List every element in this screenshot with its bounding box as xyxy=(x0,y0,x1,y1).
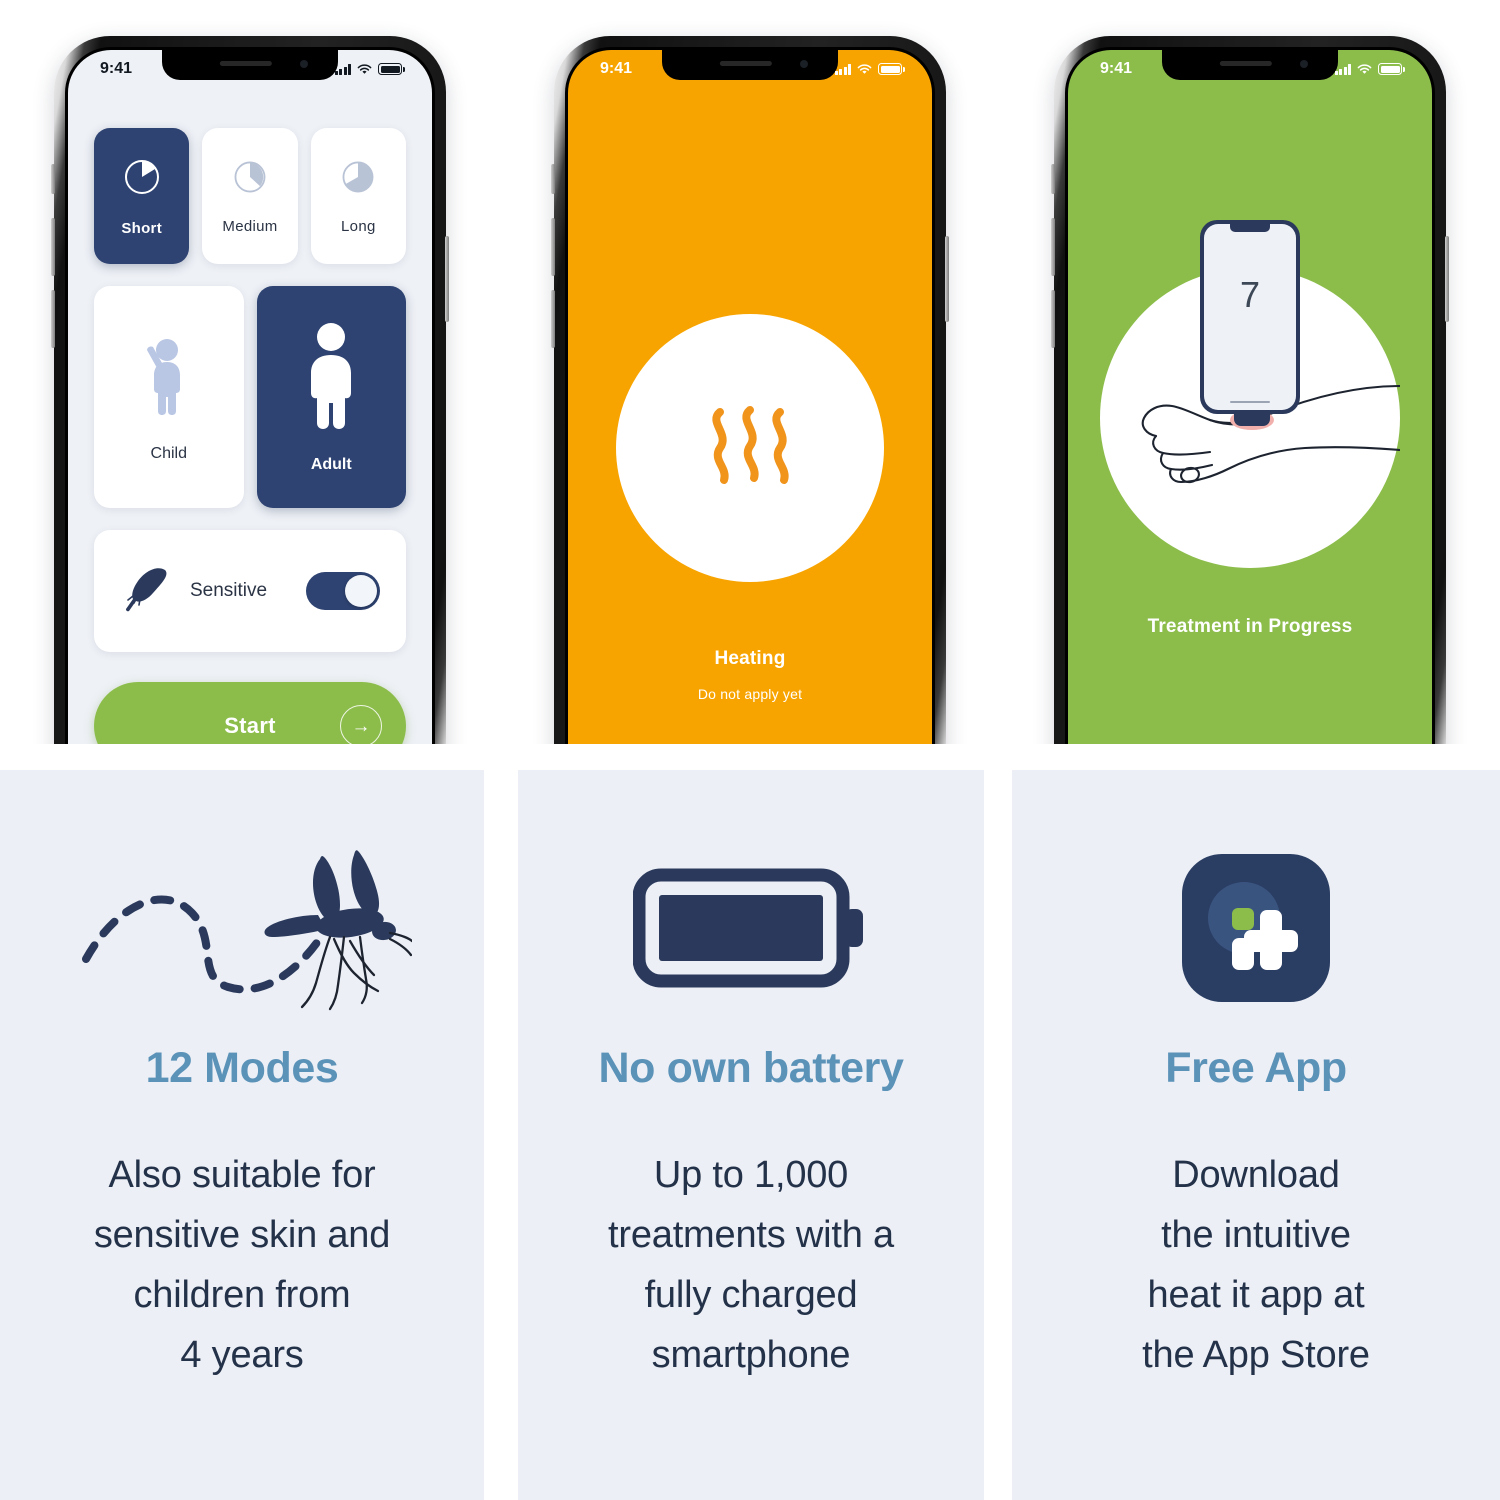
heating-caption: Heating xyxy=(714,648,786,669)
wifi-icon xyxy=(857,63,872,75)
mode-label-medium: Medium xyxy=(222,218,278,235)
status-indicators xyxy=(834,63,905,75)
sensitive-toggle[interactable] xyxy=(306,572,380,610)
volume-up-button[interactable] xyxy=(1051,218,1055,276)
phone-device-3: 9:41 7 Treatment in Progress xyxy=(1051,36,1449,744)
toggle-knob xyxy=(345,575,377,607)
start-button[interactable]: Start → xyxy=(94,682,406,744)
countdown-value: 7 xyxy=(1239,274,1261,315)
mini-home-indicator xyxy=(1230,400,1270,403)
battery-icon xyxy=(1378,63,1405,75)
feature-panel-app: Free App Download the intuitive heat it … xyxy=(1012,770,1500,1500)
phone-slot-heating: 9:41 Heating Do not apply yet xyxy=(500,0,1000,744)
mode-label-long: Long xyxy=(341,218,376,235)
heating-subcaption: Do not apply yet xyxy=(697,686,803,702)
volume-up-button[interactable] xyxy=(551,218,555,276)
mode-card-medium[interactable]: Medium xyxy=(202,128,298,264)
mode-card-short[interactable]: Short xyxy=(94,128,190,264)
age-group-row: Child Adult xyxy=(94,286,406,508)
status-indicators xyxy=(1334,63,1405,75)
volume-up-button[interactable] xyxy=(51,218,55,276)
battery-icon xyxy=(878,63,905,75)
screen-settings: 9:41 Short Medium Long Child Adult Sensi… xyxy=(68,50,432,744)
mute-switch[interactable] xyxy=(1051,164,1055,194)
age-card-adult[interactable]: Adult xyxy=(256,286,406,508)
mute-switch[interactable] xyxy=(51,164,55,194)
phone-device-2: 9:41 Heating Do not apply yet xyxy=(551,36,949,744)
phone-device-1: 9:41 Short Medium Long Child Adult Sensi… xyxy=(51,36,449,744)
mini-phone-device: 7 xyxy=(1200,220,1300,414)
status-time: 9:41 xyxy=(100,60,133,77)
feature-panel-modes: 12 Modes Also suitable for sensitive ski… xyxy=(0,770,484,1500)
heat-it-app-icon xyxy=(1182,822,1330,1034)
volume-down-button[interactable] xyxy=(51,290,55,348)
wifi-icon xyxy=(357,63,372,75)
volume-down-button[interactable] xyxy=(551,290,555,348)
app-icon-tile[interactable] xyxy=(1182,854,1330,1002)
status-time: 9:41 xyxy=(1100,60,1133,77)
status-indicators xyxy=(334,63,405,75)
feature-title-battery: No own battery xyxy=(598,1044,904,1092)
phone-showcase-band: 9:41 Short Medium Long Child Adult Sensi… xyxy=(0,0,1500,744)
arrow-right-icon: → xyxy=(340,705,382,744)
mode-card-long[interactable]: Long xyxy=(310,128,406,264)
phone-bezel-2: 9:41 Heating Do not apply yet xyxy=(565,47,935,744)
mini-phone-screen: 7 xyxy=(1204,224,1296,410)
status-bar-2: 9:41 xyxy=(568,50,932,84)
feature-body-battery: Up to 1,000 treatments with a fully char… xyxy=(608,1154,894,1377)
treatment-app-body: 7 Treatment in Progress xyxy=(1068,50,1432,744)
adult-figure-icon xyxy=(296,321,366,434)
phone-bezel-1: 9:41 Short Medium Long Child Adult Sensi… xyxy=(65,47,435,744)
age-label-child: Child xyxy=(150,444,187,462)
phone-slot-settings: 9:41 Short Medium Long Child Adult Sensi… xyxy=(0,0,500,744)
phone-bezel-3: 9:41 7 Treatment in Progress xyxy=(1065,47,1435,744)
start-button-label: Start xyxy=(224,713,276,738)
volume-down-button[interactable] xyxy=(1051,290,1055,348)
heating-circle xyxy=(616,314,884,582)
power-button[interactable] xyxy=(445,236,449,322)
mosquito-icon xyxy=(72,822,412,1034)
feather-icon xyxy=(120,564,174,619)
age-card-child[interactable]: Child xyxy=(94,286,244,508)
wifi-icon xyxy=(1357,63,1372,75)
status-bar-3: 9:41 xyxy=(1068,50,1432,84)
sensitive-label: Sensitive xyxy=(190,580,268,601)
battery-full-icon xyxy=(633,822,869,1034)
heat-waves-icon xyxy=(698,398,802,499)
status-bar-1: 9:41 xyxy=(68,50,432,84)
mode-label-short: Short xyxy=(121,220,162,237)
cellular-bars-icon xyxy=(1334,63,1351,75)
feature-panel-battery: No own battery Up to 1,000 treatments wi… xyxy=(518,770,984,1500)
feature-body-modes: Also suitable for sensitive skin and chi… xyxy=(93,1154,391,1377)
feature-title-modes: 12 Modes xyxy=(145,1044,339,1092)
battery-icon xyxy=(378,63,405,75)
mini-phone-notch xyxy=(1230,224,1270,232)
cellular-bars-icon xyxy=(834,63,851,75)
phone-slot-treatment: 9:41 7 Treatment in Progress xyxy=(1000,0,1500,744)
age-label-adult: Adult xyxy=(310,455,352,473)
timer-short-icon xyxy=(120,155,164,204)
cellular-bars-icon xyxy=(334,63,351,75)
timer-medium-icon xyxy=(230,157,270,202)
feature-title-app: Free App xyxy=(1165,1044,1347,1092)
marketing-infographic: 9:41 Short Medium Long Child Adult Sensi… xyxy=(0,0,1500,1500)
timer-long-icon xyxy=(338,157,378,202)
power-button[interactable] xyxy=(1445,236,1449,322)
treatment-caption: Treatment in Progress xyxy=(1147,616,1353,637)
treatment-illustration: 7 xyxy=(1100,220,1400,568)
status-time: 9:41 xyxy=(600,60,633,77)
child-figure-icon xyxy=(136,332,202,423)
screen-heating: 9:41 Heating Do not apply yet xyxy=(568,50,932,744)
power-button[interactable] xyxy=(945,236,949,322)
feature-panels: 12 Modes Also suitable for sensitive ski… xyxy=(0,770,1500,1500)
feature-body-app: Download the intuitive heat it app at th… xyxy=(1142,1154,1370,1377)
settings-app-body: Short Medium Long Child Adult Sensitive … xyxy=(68,50,432,744)
sensitive-setting-row[interactable]: Sensitive xyxy=(94,530,406,652)
heating-app-body: Heating Do not apply yet xyxy=(568,50,932,744)
mute-switch[interactable] xyxy=(551,164,555,194)
duration-mode-row: Short Medium Long xyxy=(94,128,406,264)
screen-treatment: 9:41 7 Treatment in Progress xyxy=(1068,50,1432,744)
